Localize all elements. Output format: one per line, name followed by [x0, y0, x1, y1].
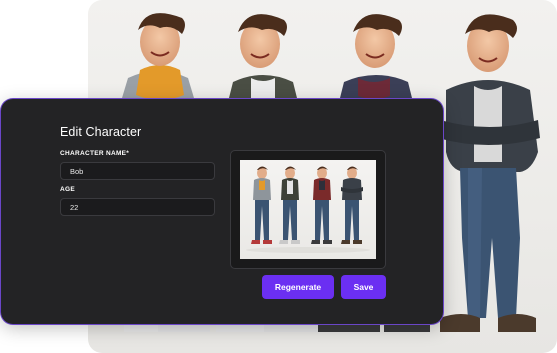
character-name-input[interactable]	[60, 162, 215, 180]
app-stage: Edit Character CHARACTER NAME* AGE	[0, 0, 557, 353]
edit-character-dialog: Edit Character CHARACTER NAME* AGE	[1, 99, 443, 324]
mini-figure-2	[279, 166, 300, 244]
preview-figures	[246, 166, 370, 253]
character-preview-image	[240, 160, 376, 259]
save-button[interactable]: Save	[341, 275, 386, 299]
mini-figure-1	[251, 166, 272, 244]
dialog-title: Edit Character	[60, 125, 142, 139]
mini-figure-3	[311, 166, 332, 244]
character-preview-frame	[230, 150, 386, 269]
age-label: AGE	[60, 186, 75, 193]
regenerate-button[interactable]: Regenerate	[262, 275, 334, 299]
age-input[interactable]	[60, 198, 215, 216]
mini-figure-4	[341, 166, 363, 244]
figure-4	[438, 14, 540, 332]
character-name-label: CHARACTER NAME*	[60, 150, 130, 157]
